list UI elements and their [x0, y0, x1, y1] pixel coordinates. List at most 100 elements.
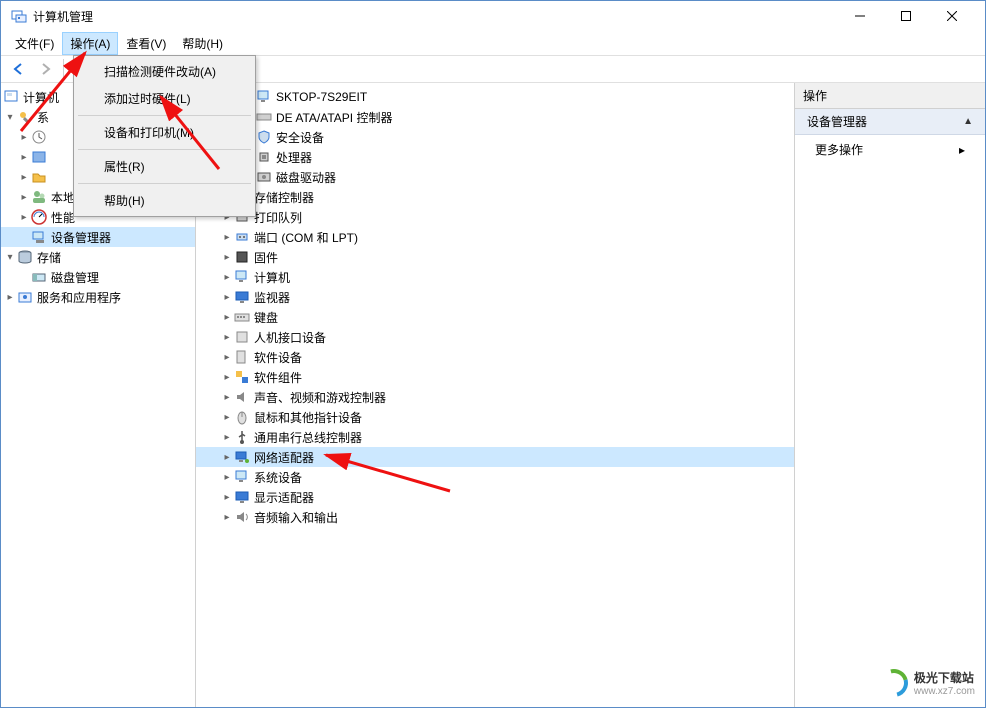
right-item-more-actions[interactable]: 更多操作 ▸ — [795, 135, 985, 164]
toolbar-separator — [63, 59, 64, 79]
device-system-dev[interactable]: ▸系统设备 — [196, 467, 794, 487]
device-hid[interactable]: ▸ 人机接口设备 — [196, 327, 794, 347]
close-button[interactable] — [929, 1, 975, 31]
expander-icon[interactable]: ▸ — [220, 390, 234, 404]
device-display[interactable]: ▸显示适配器 — [196, 487, 794, 507]
expander-icon[interactable]: ▸ — [17, 130, 31, 144]
watermark-url: www.xz7.com — [914, 686, 975, 697]
expander-icon[interactable]: ▸ — [17, 170, 31, 184]
tree-label: 软件设备 — [254, 349, 302, 366]
device-audio-io[interactable]: ▸音频输入和输出 — [196, 507, 794, 527]
dd-separator — [78, 115, 251, 116]
device-root[interactable]: SKTOP-7S29EIT — [196, 87, 794, 107]
dd-devices-printers[interactable]: 设备和打印机(M) — [76, 119, 253, 146]
expander-icon[interactable]: ▸ — [220, 310, 234, 324]
storage-icon — [17, 249, 33, 265]
device-software-dev[interactable]: ▸ 软件设备 — [196, 347, 794, 367]
event-icon — [31, 149, 47, 165]
expander-icon[interactable]: ▸ — [220, 290, 234, 304]
cpu-icon — [256, 149, 272, 165]
expander-icon[interactable]: ▸ — [220, 410, 234, 424]
expander-icon[interactable]: ▸ — [220, 450, 234, 464]
expander-icon[interactable]: ▸ — [220, 490, 234, 504]
expander-icon[interactable]: ▸ — [17, 190, 31, 204]
device-print-queue[interactable]: ▸打印队列 — [196, 207, 794, 227]
performance-icon — [31, 209, 47, 225]
device-ide[interactable]: DE ATA/ATAPI 控制器 — [196, 107, 794, 127]
device-computer[interactable]: ▸计算机 — [196, 267, 794, 287]
expander-icon[interactable]: ▸ — [220, 350, 234, 364]
menu-help[interactable]: 帮助(H) — [174, 32, 231, 55]
maximize-button[interactable] — [883, 1, 929, 31]
expander-icon[interactable]: ▸ — [3, 290, 17, 304]
app-icon — [11, 8, 27, 24]
device-software-comp[interactable]: ▸ 软件组件 — [196, 367, 794, 387]
tree-label: 键盘 — [254, 309, 278, 326]
services-icon — [17, 289, 33, 305]
expander-icon[interactable]: ▸ — [220, 510, 234, 524]
device-disk-drives[interactable]: 磁盘驱动器 — [196, 167, 794, 187]
device-usb[interactable]: ▸通用串行总线控制器 — [196, 427, 794, 447]
minimize-button[interactable] — [837, 1, 883, 31]
watermark-brand: 极光下载站 — [914, 669, 975, 686]
right-section-device-mgr[interactable]: 设备管理器 ▲ — [795, 109, 985, 135]
expander-icon[interactable]: ▸ — [17, 210, 31, 224]
disk-icon — [31, 269, 47, 285]
tree-item-storage[interactable]: ▾ 存储 — [1, 247, 195, 267]
dd-add-legacy[interactable]: 添加过时硬件(L) — [76, 85, 253, 112]
tree-label: 服务和应用程序 — [37, 289, 121, 306]
expander-icon[interactable]: ▸ — [220, 430, 234, 444]
expander-icon[interactable]: ▸ — [220, 230, 234, 244]
tree-label: 安全设备 — [276, 129, 324, 146]
software-dev-icon — [234, 349, 250, 365]
section-label: 设备管理器 — [807, 113, 867, 130]
security-icon — [256, 129, 272, 145]
hdd-icon — [256, 169, 272, 185]
tree-label: 系 — [37, 109, 49, 126]
expander-icon[interactable]: ▸ — [220, 470, 234, 484]
tree-label: 端口 (COM 和 LPT) — [254, 229, 358, 246]
tree-label: DE ATA/ATAPI 控制器 — [276, 109, 392, 126]
back-button[interactable] — [7, 58, 31, 80]
tree-label: 人机接口设备 — [254, 329, 326, 346]
forward-button[interactable] — [33, 58, 57, 80]
dd-properties[interactable]: 属性(R) — [76, 153, 253, 180]
expander-icon[interactable]: ▸ — [220, 270, 234, 284]
expander-icon[interactable]: ▸ — [17, 150, 31, 164]
tree-label: 存储控制器 — [254, 189, 314, 206]
menu-view[interactable]: 查看(V) — [118, 32, 174, 55]
pc-icon — [256, 89, 272, 105]
tree-label: 设备管理器 — [51, 229, 111, 246]
mouse-icon — [234, 409, 250, 425]
expander-icon[interactable]: ▾ — [3, 110, 17, 124]
device-storage-ctrl[interactable]: ▸存储控制器 — [196, 187, 794, 207]
tree-label: 软件组件 — [254, 369, 302, 386]
tree-item-device-manager[interactable]: ▸ 设备管理器 — [1, 227, 195, 247]
tree-item-services[interactable]: ▸ 服务和应用程序 — [1, 287, 195, 307]
port-icon — [234, 229, 250, 245]
hid-icon — [234, 329, 250, 345]
expander-icon[interactable]: ▸ — [220, 330, 234, 344]
device-mouse[interactable]: ▸鼠标和其他指针设备 — [196, 407, 794, 427]
menubar: 文件(F) 操作(A) 查看(V) 帮助(H) — [1, 31, 985, 55]
device-firmware[interactable]: ▸固件 — [196, 247, 794, 267]
device-security[interactable]: 安全设备 — [196, 127, 794, 147]
device-processor[interactable]: 处理器 — [196, 147, 794, 167]
expander-icon[interactable]: ▸ — [220, 250, 234, 264]
device-monitor[interactable]: ▸监视器 — [196, 287, 794, 307]
dd-scan-hardware[interactable]: 扫描检测硬件改动(A) — [76, 58, 253, 85]
dd-help[interactable]: 帮助(H) — [76, 187, 253, 214]
tree-item-disk-mgmt[interactable]: ▸ 磁盘管理 — [1, 267, 195, 287]
menu-action[interactable]: 操作(A) — [62, 32, 118, 55]
device-keyboard[interactable]: ▸ 键盘 — [196, 307, 794, 327]
device-ports[interactable]: ▸ 端口 (COM 和 LPT) — [196, 227, 794, 247]
keyboard-icon — [234, 309, 250, 325]
menu-file[interactable]: 文件(F) — [7, 32, 62, 55]
tree-label: 打印队列 — [254, 209, 302, 226]
expander-icon[interactable]: ▸ — [220, 370, 234, 384]
device-sound[interactable]: ▸声音、视频和游戏控制器 — [196, 387, 794, 407]
device-network[interactable]: ▸网络适配器 — [196, 447, 794, 467]
sound-icon — [234, 389, 250, 405]
expander-icon[interactable]: ▾ — [3, 250, 17, 264]
center-panel: SKTOP-7S29EIT DE ATA/ATAPI 控制器 安全设备 处理器 … — [196, 83, 795, 707]
